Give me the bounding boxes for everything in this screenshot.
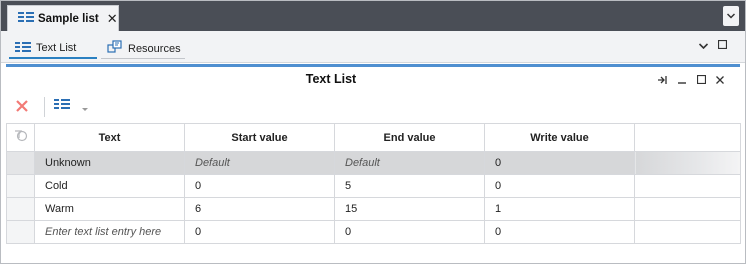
cell-empty: [634, 174, 741, 198]
close-icon[interactable]: [716, 75, 724, 87]
column-header-write-value[interactable]: Write value: [484, 123, 635, 152]
row-header[interactable]: [6, 220, 35, 244]
column-header-text[interactable]: Text: [34, 123, 185, 152]
row-header[interactable]: [6, 197, 35, 221]
panel-title: Text List: [305, 72, 357, 86]
cell-start-value[interactable]: 0: [184, 220, 335, 244]
minimize-icon[interactable]: [678, 75, 686, 87]
maximize-icon[interactable]: [717, 39, 728, 52]
column-header-start-value[interactable]: Start value: [184, 123, 335, 152]
table-row[interactable]: Enter text list entry here 0 0 0: [6, 220, 741, 244]
tab-text-list-label: Text List: [36, 42, 77, 54]
cell-text[interactable]: Unknown: [34, 151, 185, 175]
cell-write-value[interactable]: 0: [484, 220, 635, 244]
close-tab-icon[interactable]: ✕: [107, 11, 118, 27]
cell-empty: [634, 151, 741, 175]
cell-end-value[interactable]: 5: [334, 174, 485, 198]
tab-text-list[interactable]: Text List: [9, 39, 97, 59]
maximize-icon[interactable]: [696, 74, 707, 87]
document-tab-bar: Sample list ✕: [1, 1, 745, 31]
tab-resources-label: Resources: [128, 42, 181, 55]
filter-icon: [14, 130, 28, 145]
tab-resources[interactable]: Resources: [101, 39, 185, 59]
chevron-down-icon[interactable]: [698, 41, 709, 52]
toolbar-divider: [44, 97, 45, 117]
list-icon: [18, 12, 34, 25]
cell-end-value[interactable]: 0: [334, 220, 485, 244]
new-entry-placeholder[interactable]: Enter text list entry here: [34, 220, 185, 244]
editor-window: Sample list ✕ Text List Resources Text L…: [0, 0, 746, 264]
document-tab[interactable]: Sample list ✕: [7, 5, 119, 31]
chevron-down-icon[interactable]: [82, 107, 88, 114]
panel-title-bar: Text List: [1, 67, 745, 91]
table-row[interactable]: Unknown Default Default 0: [6, 151, 741, 175]
row-header-corner[interactable]: [6, 123, 35, 152]
cell-empty: [634, 197, 741, 221]
list-icon: [15, 41, 31, 55]
editor-tab-strip: Text List Resources: [1, 31, 745, 63]
row-header[interactable]: [6, 174, 35, 198]
cell-text[interactable]: Cold: [34, 174, 185, 198]
cell-write-value[interactable]: 0: [484, 174, 635, 198]
pin-icon[interactable]: [658, 75, 668, 87]
row-header[interactable]: [6, 151, 35, 175]
resources-icon: [107, 40, 123, 57]
delete-icon[interactable]: [16, 99, 28, 116]
column-header-empty: [634, 123, 741, 152]
tab-list-dropdown-button[interactable]: [723, 6, 739, 26]
cell-start-value[interactable]: 6: [184, 197, 335, 221]
cell-write-value[interactable]: 0: [484, 151, 635, 175]
list-view-icon[interactable]: [54, 99, 70, 112]
cell-start-value[interactable]: Default: [184, 151, 335, 175]
table-header-row: Text Start value End value Write value: [6, 123, 741, 152]
cell-write-value[interactable]: 1: [484, 197, 635, 221]
table-row[interactable]: Warm 6 15 1: [6, 197, 741, 221]
chevron-down-icon: [726, 11, 736, 22]
cell-empty: [634, 220, 741, 244]
table-row[interactable]: Cold 0 5 0: [6, 174, 741, 198]
text-list-table: Text Start value End value Write value U…: [6, 123, 741, 244]
cell-end-value[interactable]: Default: [334, 151, 485, 175]
document-tab-label: Sample list: [38, 12, 99, 25]
cell-text[interactable]: Warm: [34, 197, 185, 221]
table-toolbar: [6, 93, 740, 121]
column-header-end-value[interactable]: End value: [334, 123, 485, 152]
cell-start-value[interactable]: 0: [184, 174, 335, 198]
cell-end-value[interactable]: 15: [334, 197, 485, 221]
